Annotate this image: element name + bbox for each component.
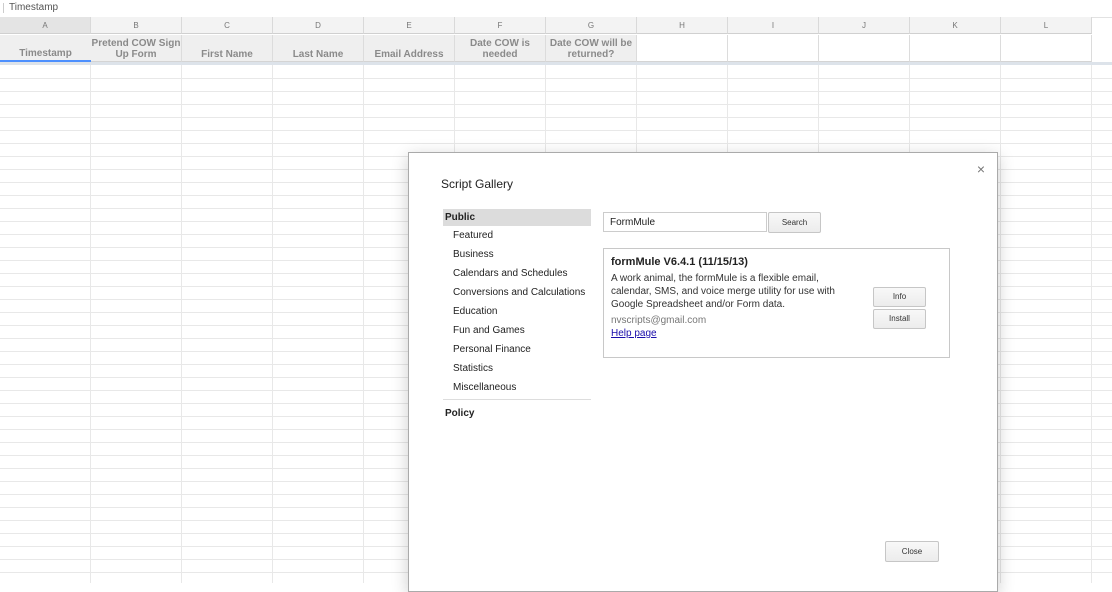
column-header[interactable]: H <box>637 17 728 34</box>
help-page-link[interactable]: Help page <box>611 328 942 339</box>
header-cell[interactable] <box>637 35 728 62</box>
header-cell[interactable]: Last Name <box>273 35 364 62</box>
sidebar-item-conversions[interactable]: Conversions and Calculations <box>443 283 591 302</box>
dialog-title: Script Gallery <box>441 177 514 191</box>
column-gridline <box>363 65 364 583</box>
sidebar-item-calendars[interactable]: Calendars and Schedules <box>443 264 591 283</box>
header-cell[interactable]: Pretend COW Sign Up Form <box>91 35 182 62</box>
sidebar-item-education[interactable]: Education <box>443 302 591 321</box>
header-cell[interactable]: Date COW will be returned? <box>546 35 637 62</box>
category-sidebar: Public Featured Business Calendars and S… <box>443 209 591 422</box>
row-gridline <box>0 78 1112 79</box>
sidebar-item-fun-and-games[interactable]: Fun and Games <box>443 321 591 340</box>
sidebar-item-miscellaneous[interactable]: Miscellaneous <box>443 378 591 397</box>
column-header[interactable]: B <box>91 17 182 34</box>
header-cell[interactable]: Email Address <box>364 35 455 62</box>
script-description: A work animal, the formMule is a flexibl… <box>611 273 835 310</box>
header-cell[interactable] <box>910 35 1001 62</box>
row-gridline <box>0 117 1112 118</box>
header-cell[interactable]: Timestamp <box>0 35 91 62</box>
row-gridline <box>0 130 1112 131</box>
script-title: formMule V6.4.1 (11/15/13) <box>611 256 748 268</box>
column-header[interactable]: D <box>273 17 364 34</box>
header-cell[interactable] <box>728 35 819 62</box>
column-header[interactable]: E <box>364 17 455 34</box>
formula-bar[interactable]: Timestamp <box>0 0 1112 18</box>
sidebar-divider <box>443 399 591 400</box>
search-input[interactable] <box>603 212 767 232</box>
column-header[interactable]: A <box>0 17 91 34</box>
column-gridline <box>181 65 182 583</box>
sidebar-item-personal-finance[interactable]: Personal Finance <box>443 340 591 359</box>
search-button[interactable]: Search <box>768 212 821 233</box>
sidebar-item-featured[interactable]: Featured <box>443 226 591 245</box>
column-header[interactable]: C <box>182 17 273 34</box>
sidebar-item-public[interactable]: Public <box>443 209 591 226</box>
close-icon[interactable]: × <box>977 161 985 177</box>
header-cell[interactable]: First Name <box>182 35 273 62</box>
column-gridline <box>90 65 91 583</box>
column-header[interactable]: L <box>1001 17 1092 34</box>
row-gridline <box>0 104 1112 105</box>
column-header[interactable]: I <box>728 17 819 34</box>
frozen-row-divider <box>0 62 1112 65</box>
header-cell[interactable]: Date COW is needed <box>455 35 546 62</box>
column-gridline <box>272 65 273 583</box>
column-header[interactable]: F <box>455 17 546 34</box>
script-gallery-dialog: Script Gallery × Public Featured Busines… <box>408 152 998 592</box>
close-button[interactable]: Close <box>885 541 939 562</box>
sidebar-item-policy[interactable]: Policy <box>443 406 591 422</box>
formula-value[interactable]: Timestamp <box>9 2 58 13</box>
column-gridline <box>1091 65 1092 583</box>
row-gridline <box>0 143 1112 144</box>
sidebar-item-statistics[interactable]: Statistics <box>443 359 591 378</box>
script-result-card: formMule V6.4.1 (11/15/13) A work animal… <box>603 248 950 358</box>
formula-separator <box>3 3 4 13</box>
header-cell[interactable] <box>819 35 910 62</box>
column-gridline <box>1000 65 1001 583</box>
row-gridline <box>0 91 1112 92</box>
install-button[interactable]: Install <box>873 309 926 329</box>
column-header[interactable]: G <box>546 17 637 34</box>
column-header[interactable]: J <box>819 17 910 34</box>
sidebar-item-business[interactable]: Business <box>443 245 591 264</box>
header-cell[interactable] <box>1001 35 1092 62</box>
info-button[interactable]: Info <box>873 287 926 307</box>
column-header[interactable]: K <box>910 17 1001 34</box>
